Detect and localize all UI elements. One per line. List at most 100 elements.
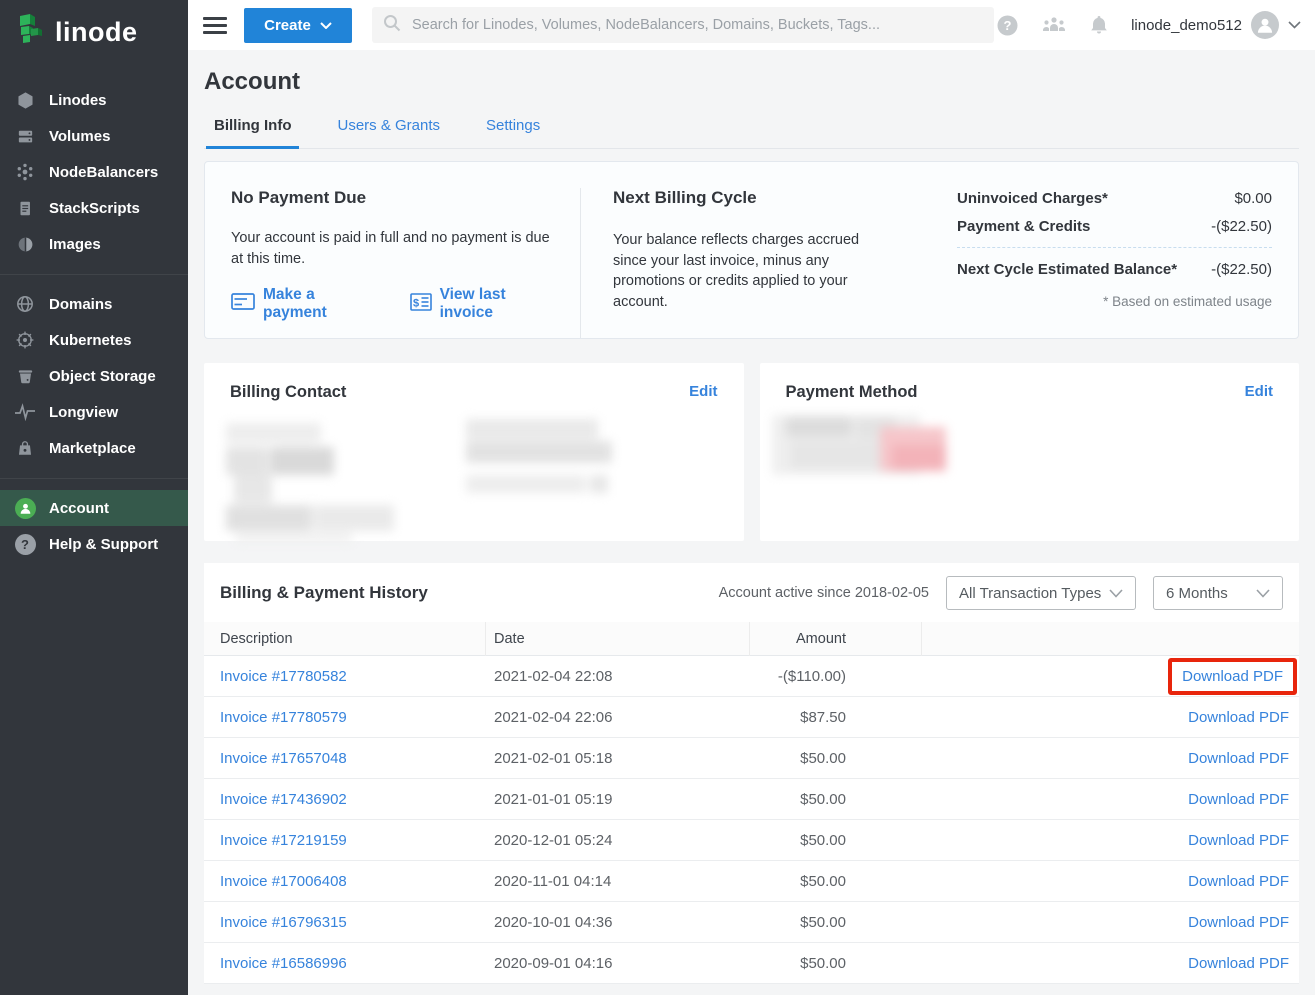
create-button[interactable]: Create [244, 8, 352, 43]
invoice-link[interactable]: Invoice #17006408 [220, 873, 347, 890]
table-row: Invoice #17219159 2020-12-01 05:24 $50.0… [204, 820, 1299, 861]
sidebar-item-longview[interactable]: Longview [0, 394, 188, 430]
invoice-amount: -($110.00) [750, 668, 846, 685]
main-area: Create ? linode_demo512 [188, 0, 1315, 995]
notifications-bell-icon[interactable] [1089, 14, 1109, 36]
sidebar-nav: Linodes Volumes NodeBalancers StackScrip… [0, 64, 188, 562]
download-pdf-link[interactable]: Download PDF [1188, 955, 1289, 972]
sidebar-divider [0, 466, 188, 490]
no-payment-body: Your account is paid in full and no paym… [231, 228, 557, 269]
download-pdf-link[interactable]: Download PDF [1182, 668, 1283, 685]
kubernetes-icon [14, 329, 36, 351]
billing-summary-card: No Payment Due Your account is paid in f… [204, 161, 1299, 339]
invoice-link[interactable]: Invoice #17657048 [220, 750, 347, 767]
view-last-invoice-link[interactable]: $ View last invoice [410, 286, 552, 322]
sidebar-item-help-support[interactable]: ? Help & Support [0, 526, 188, 562]
search-icon [382, 13, 402, 38]
sidebar-item-account[interactable]: Account [0, 490, 188, 526]
billing-history-title: Billing & Payment History [220, 583, 428, 603]
payment-credits-value: -($22.50) [1211, 218, 1272, 235]
payment-credits-label: Payment & Credits [957, 218, 1090, 235]
linode-logo[interactable]: linode [0, 0, 188, 64]
date-range-select[interactable]: 6 Months [1153, 576, 1283, 610]
menu-toggle-icon[interactable] [203, 17, 227, 34]
invoice-link[interactable]: Invoice #16586996 [220, 955, 347, 972]
column-date[interactable]: Date [486, 622, 750, 656]
stackscripts-icon [14, 197, 36, 219]
sidebar-item-kubernetes[interactable]: Kubernetes [0, 322, 188, 358]
redacted-billing-contact [204, 399, 744, 541]
table-row: Invoice #17436902 2021-01-01 05:19 $50.0… [204, 779, 1299, 820]
tab-billing-info[interactable]: Billing Info [206, 111, 299, 149]
invoice-icon: $ [410, 293, 432, 316]
tab-users-grants[interactable]: Users & Grants [329, 111, 448, 149]
table-row: Invoice #17780579 2021-02-04 22:06 $87.5… [204, 697, 1299, 738]
dashed-divider [957, 247, 1272, 248]
sidebar-item-marketplace[interactable]: Marketplace [0, 430, 188, 466]
invoice-date: 2021-02-01 05:18 [486, 750, 750, 767]
download-pdf-link[interactable]: Download PDF [1188, 791, 1289, 808]
invoice-link[interactable]: Invoice #17219159 [220, 832, 347, 849]
invoice-amount: $50.00 [750, 873, 846, 890]
edit-payment-method-link[interactable]: Edit [1245, 383, 1273, 400]
sidebar-divider [0, 262, 188, 286]
chevron-down-icon [320, 22, 332, 29]
svg-text:?: ? [1004, 18, 1012, 33]
sidebar-item-object-storage[interactable]: Object Storage [0, 358, 188, 394]
edit-billing-contact-link[interactable]: Edit [689, 383, 717, 400]
invoice-link[interactable]: Invoice #16796315 [220, 914, 347, 931]
search-box[interactable] [372, 7, 994, 43]
download-pdf-link[interactable]: Download PDF [1188, 832, 1289, 849]
search-input[interactable] [412, 17, 984, 33]
invoice-date: 2020-12-01 05:24 [486, 832, 750, 849]
make-payment-link[interactable]: Make a payment [231, 286, 372, 322]
domains-icon [14, 293, 36, 315]
sidebar-item-linodes[interactable]: Linodes [0, 82, 188, 118]
sidebar-item-images[interactable]: Images [0, 226, 188, 262]
next-cycle-balance-value: -($22.50) [1211, 261, 1272, 278]
sidebar-item-volumes[interactable]: Volumes [0, 118, 188, 154]
invoice-amount: $50.00 [750, 791, 846, 808]
download-pdf-link[interactable]: Download PDF [1188, 750, 1289, 767]
invoice-amount: $87.50 [750, 709, 846, 726]
table-header: Description Date Amount [204, 622, 1299, 656]
page-title: Account [204, 50, 1299, 96]
chevron-down-icon [1256, 589, 1270, 598]
avatar [1251, 11, 1279, 39]
invoice-date: 2020-11-01 04:14 [486, 873, 750, 890]
tab-settings[interactable]: Settings [478, 111, 548, 149]
username: linode_demo512 [1131, 17, 1242, 34]
user-menu[interactable]: linode_demo512 [1131, 11, 1301, 39]
object-storage-icon [14, 365, 36, 387]
sidebar-item-domains[interactable]: Domains [0, 286, 188, 322]
download-pdf-link[interactable]: Download PDF [1188, 709, 1289, 726]
volumes-icon [14, 125, 36, 147]
download-pdf-link[interactable]: Download PDF [1188, 914, 1289, 931]
linode-logo-icon [16, 13, 46, 52]
invoice-link[interactable]: Invoice #17780582 [220, 668, 347, 685]
invoice-date: 2021-02-04 22:08 [486, 668, 750, 685]
table-row: Invoice #16796315 2020-10-01 04:36 $50.0… [204, 902, 1299, 943]
invoice-link[interactable]: Invoice #17780579 [220, 709, 347, 726]
invoice-amount: $50.00 [750, 832, 846, 849]
next-billing-cycle-section: Next Billing Cycle Your balance reflects… [581, 188, 927, 338]
help-icon[interactable]: ? [996, 14, 1019, 37]
billing-contact-title: Billing Contact [230, 383, 718, 402]
uninvoiced-charges-value: $0.00 [1234, 190, 1272, 207]
billing-contact-card: Billing Contact Edit [204, 363, 744, 541]
invoice-amount: $50.00 [750, 914, 846, 931]
transaction-type-select[interactable]: All Transaction Types [946, 576, 1136, 610]
sidebar-item-stackscripts[interactable]: StackScripts [0, 190, 188, 226]
community-icon[interactable] [1041, 15, 1067, 35]
download-pdf-link[interactable]: Download PDF [1188, 873, 1289, 890]
column-description[interactable]: Description [220, 622, 486, 656]
tab-bar: Billing Info Users & Grants Settings [204, 111, 1299, 149]
chevron-down-icon [1109, 589, 1123, 598]
invoice-amount: $50.00 [750, 750, 846, 767]
table-row: Invoice #17657048 2021-02-01 05:18 $50.0… [204, 738, 1299, 779]
sidebar-item-nodebalancers[interactable]: NodeBalancers [0, 154, 188, 190]
next-billing-cycle-body: Your balance reflects charges accrued si… [613, 230, 895, 312]
topbar-actions: ? linode_demo512 [996, 11, 1301, 39]
column-amount[interactable]: Amount [750, 622, 846, 656]
invoice-link[interactable]: Invoice #17436902 [220, 791, 347, 808]
